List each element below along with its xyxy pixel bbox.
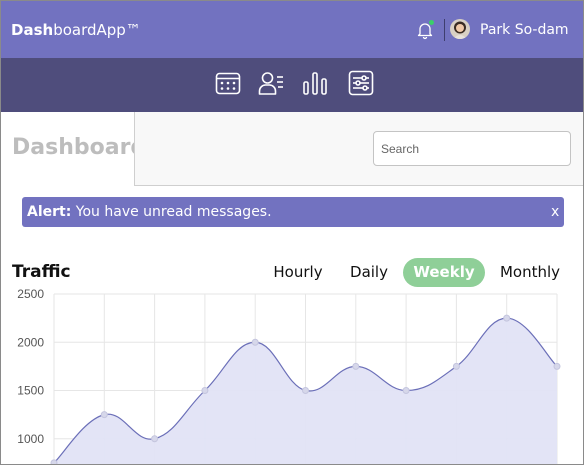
alert-close-button[interactable]: x bbox=[551, 204, 559, 220]
data-point bbox=[503, 314, 511, 322]
icon-toolbar bbox=[1, 58, 583, 112]
top-navbar: DashboardApp™ Park So-dam bbox=[1, 1, 583, 58]
data-point bbox=[352, 362, 360, 370]
data-point bbox=[50, 459, 58, 464]
alert-message: You have unread messages. bbox=[75, 204, 272, 220]
y-tick-label: 2000 bbox=[17, 335, 44, 349]
data-point bbox=[151, 435, 159, 443]
settings-sliders-icon[interactable] bbox=[347, 69, 375, 97]
data-point bbox=[251, 338, 259, 346]
traffic-title: Traffic bbox=[12, 262, 71, 282]
page-title: Dashboard bbox=[12, 135, 147, 160]
app-brand[interactable]: DashboardApp™ bbox=[11, 21, 141, 39]
calendar-icon[interactable] bbox=[214, 69, 242, 97]
alert-label: Alert: bbox=[27, 204, 72, 220]
search-input[interactable] bbox=[373, 131, 571, 166]
data-point bbox=[302, 387, 309, 394]
avatar[interactable] bbox=[450, 19, 470, 39]
y-tick-label: 1500 bbox=[17, 384, 44, 398]
alert-text: Alert: You have unread messages. bbox=[27, 204, 272, 220]
traffic-chart: 2500 2000 1500 1000 bbox=[17, 287, 561, 464]
data-point bbox=[201, 387, 209, 394]
data-point bbox=[402, 387, 410, 394]
brand-rest: boardApp™ bbox=[53, 21, 141, 39]
data-point bbox=[452, 362, 460, 370]
header-divider bbox=[444, 19, 445, 41]
bar-chart-icon[interactable] bbox=[301, 69, 329, 97]
tab-monthly[interactable]: Monthly bbox=[492, 258, 568, 287]
user-name[interactable]: Park So-dam bbox=[480, 22, 569, 38]
app-window: DashboardApp™ Park So-dam Dashboard Sear… bbox=[0, 0, 584, 465]
brand-bold: Dash bbox=[11, 21, 54, 39]
data-point bbox=[553, 362, 561, 370]
contacts-icon[interactable] bbox=[257, 69, 285, 97]
tab-weekly[interactable]: Weekly bbox=[403, 258, 485, 287]
notification-dot bbox=[429, 20, 434, 25]
y-tick-label: 1000 bbox=[17, 432, 44, 446]
y-tick-label: 2500 bbox=[17, 287, 44, 301]
y-axis: 2500 2000 1500 1000 bbox=[17, 287, 44, 446]
data-point bbox=[100, 411, 108, 419]
tab-daily[interactable]: Daily bbox=[342, 258, 396, 287]
tab-hourly[interactable]: Hourly bbox=[263, 258, 333, 287]
alert-banner: Alert: You have unread messages. x bbox=[22, 197, 564, 227]
